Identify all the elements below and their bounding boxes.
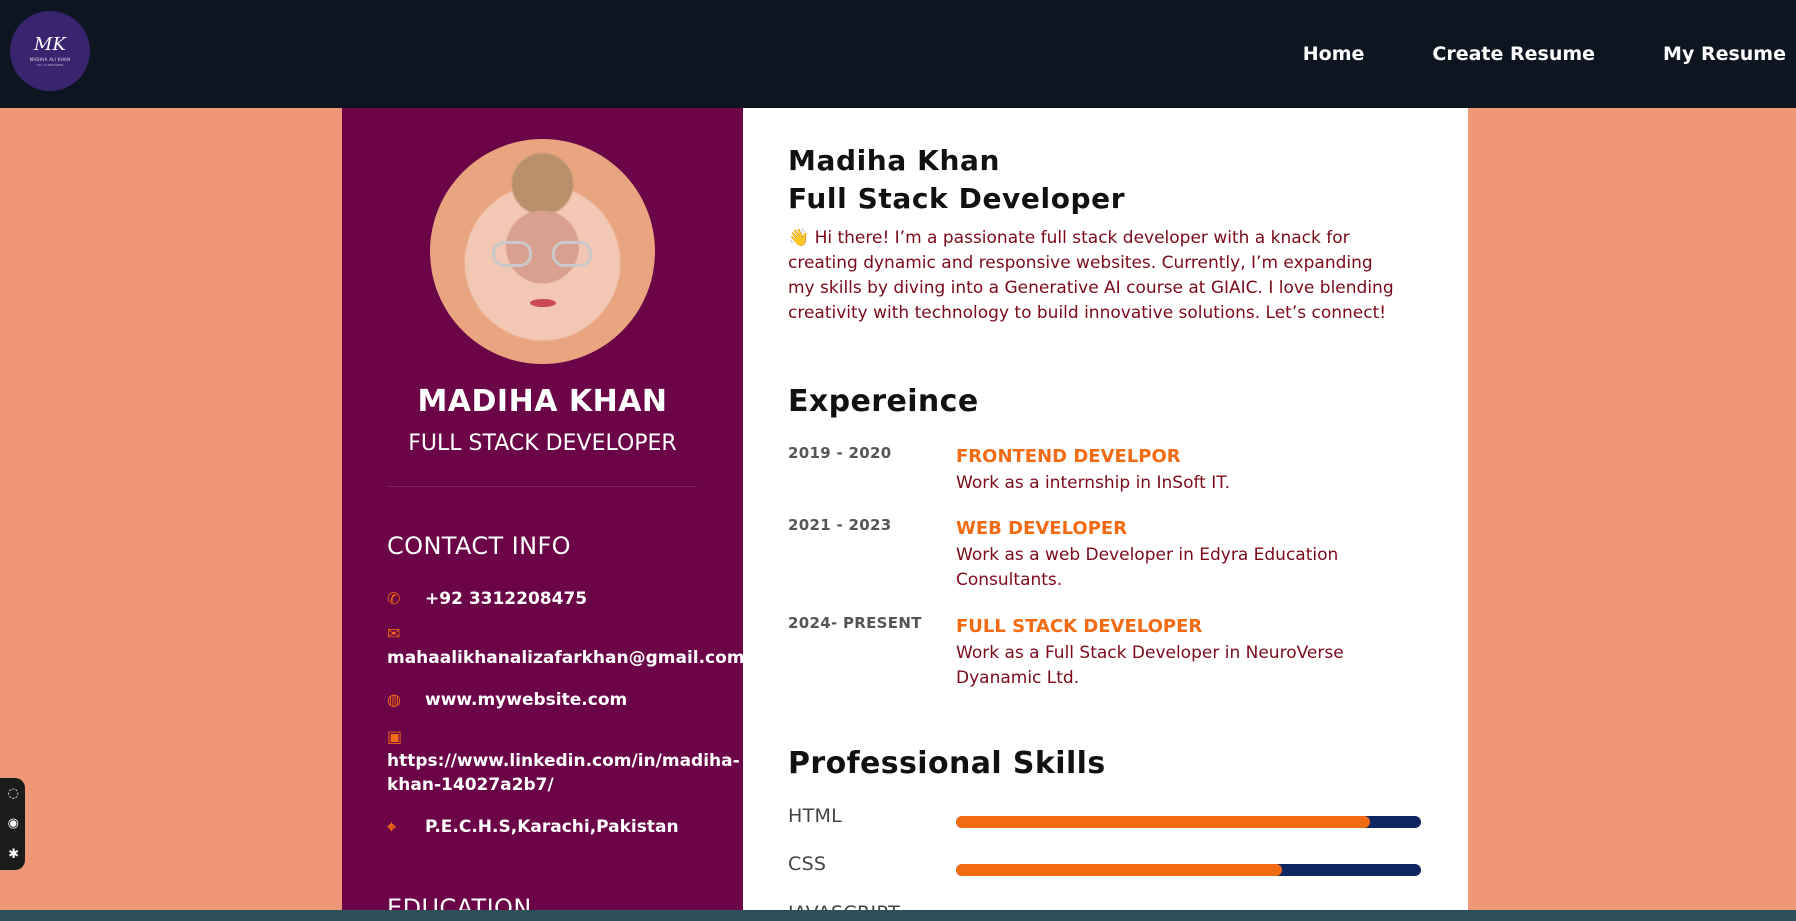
sidebar-name: MADIHA KHAN [417, 384, 668, 419]
experience-date: 2019 - 2020 [788, 444, 892, 462]
experience-desc: Work as a Full Stack Developer in NeuroV… [956, 643, 1344, 688]
contact-email-text: mahaalikhanalizafarkhan@gmail.com [387, 648, 743, 668]
phone-icon: ✆ [387, 589, 401, 608]
nav-link-my-resume[interactable]: My Resume [1663, 43, 1786, 65]
main-name: Madiha Khan [788, 144, 1001, 177]
experience-date: 2021 - 2023 [788, 516, 892, 534]
glasses-shape [492, 241, 592, 267]
experience-title: WEB DEVELOPER [956, 518, 1128, 539]
skill-bar-fill [956, 816, 1370, 828]
contact-location-text: P.E.C.H.S,Karachi,Pakistan [425, 817, 679, 837]
top-navbar: MK MADIHA ALI KHAN UX / UI DESIGNER Home… [0, 0, 1796, 108]
experience-desc: Work as a web Developer in Edyra Educati… [956, 545, 1339, 590]
chat-icon[interactable]: ◌ [8, 787, 19, 800]
nav-link-home[interactable]: Home [1303, 43, 1365, 65]
bottom-strip [0, 910, 1796, 921]
logo-mark: MK [34, 33, 66, 55]
nav-link-create-resume[interactable]: Create Resume [1432, 43, 1595, 65]
contact-website[interactable]: ◍ www.mywebsite.com [387, 688, 707, 712]
contact-phone[interactable]: ✆ +92 3312208475 [387, 587, 707, 611]
envelope-icon: ✉ [387, 624, 401, 643]
skill-bar-fill [956, 864, 1282, 876]
experience-date: 2024- PRESENT [788, 614, 922, 632]
skill-bar-track [956, 864, 1421, 876]
skill-label: HTML [788, 805, 843, 827]
site-logo[interactable]: MK MADIHA ALI KHAN UX / UI DESIGNER [10, 11, 90, 91]
resume-main: Madiha Khan Full Stack Developer 👋 Hi th… [743, 108, 1468, 921]
contact-location[interactable]: ⌖ P.E.C.H.S,Karachi,Pakistan [387, 815, 707, 839]
experience-title: FRONTEND DEVELPOR [956, 446, 1181, 467]
skill-bar-track [956, 816, 1421, 828]
lips-shape [530, 299, 556, 307]
logo-line-2: UX / UI DESIGNER [36, 62, 64, 67]
experience-heading: Expereince [788, 384, 979, 419]
profile-photo [430, 139, 655, 364]
contact-linkedin-text: https://www.linkedin.com/in/madiha-khan-… [387, 751, 740, 795]
contact-website-text: www.mywebsite.com [425, 690, 628, 710]
skill-row: HTML [788, 805, 1428, 835]
eye-icon[interactable]: ◉ [8, 817, 19, 830]
linkedin-icon: ▣ [387, 727, 403, 746]
floating-widget: ◌ ◉ ✱ [0, 778, 25, 870]
logo-line-1: MADIHA ALI KHAN [29, 56, 71, 62]
contact-phone-text: +92 3312208475 [425, 589, 588, 609]
skill-label: CSS [788, 853, 827, 875]
contact-email[interactable]: ✉ mahaalikhanalizafarkhan@gmail.com [387, 622, 743, 670]
skills-heading: Professional Skills [788, 746, 1106, 781]
contact-info-heading: CONTACT INFO [387, 532, 571, 560]
experience-desc: Work as a internship in InSoft IT. [956, 473, 1231, 493]
sidebar-role: FULL STACK DEVELOPER [408, 431, 677, 456]
intro-paragraph: 👋 Hi there! I’m a passionate full stack … [788, 228, 1394, 323]
globe-icon: ◍ [387, 690, 401, 709]
sidebar-divider [387, 486, 697, 487]
accessibility-icon[interactable]: ✱ [8, 848, 19, 861]
skill-row: CSS [788, 853, 1428, 883]
main-role: Full Stack Developer [788, 182, 1126, 215]
location-pin-icon: ⌖ [387, 817, 397, 836]
resume-sidebar: MADIHA KHAN FULL STACK DEVELOPER CONTACT… [342, 108, 743, 921]
main-nav: Home Create Resume My Resume [1303, 0, 1796, 108]
experience-title: FULL STACK DEVELOPER [956, 616, 1203, 637]
contact-linkedin[interactable]: ▣ https://www.linkedin.com/in/madiha-khan… [387, 725, 740, 797]
